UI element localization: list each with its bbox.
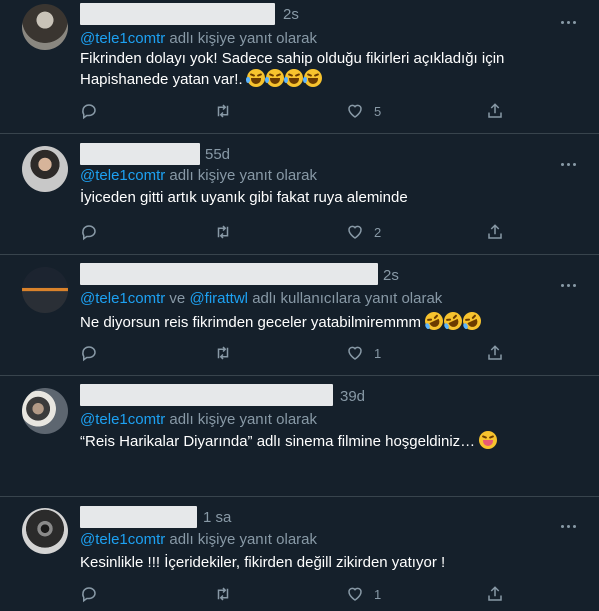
more-options-icon[interactable]: [561, 153, 581, 166]
like-button[interactable]: 1: [346, 343, 381, 363]
laughing-emoji: [245, 69, 323, 88]
reply-icon: [82, 587, 96, 603]
reply-button[interactable]: [80, 222, 98, 242]
reply-button[interactable]: [80, 584, 98, 604]
like-button[interactable]: 2: [346, 222, 381, 242]
reply-handle-link[interactable]: @tele1comtr: [80, 30, 165, 47]
reply-handle-link-2[interactable]: @firattwl: [189, 290, 248, 307]
tweet[interactable]: 55d @tele1comtr adlı kişiye yanıt olarak…: [0, 134, 599, 255]
reply-handle-link[interactable]: @tele1comtr: [80, 411, 165, 428]
reply-icon: [82, 225, 96, 241]
author-name-redacted[interactable]: [80, 263, 378, 285]
avatar[interactable]: [22, 267, 68, 313]
author-name-redacted[interactable]: [80, 506, 197, 528]
retweet-button[interactable]: [214, 343, 232, 363]
share-icon: [488, 103, 502, 118]
like-count: 5: [374, 103, 382, 119]
tweet[interactable]: 1 sa @tele1comtr adlı kişiye yanıt olara…: [0, 497, 599, 611]
rolling-laughing-emoji: [422, 309, 485, 333]
more-options-icon[interactable]: [561, 11, 581, 24]
tweet[interactable]: 2s @tele1comtr ve @firattwl adlı kullanı…: [0, 255, 599, 376]
reply-context: @tele1comtr adlı kişiye yanıt olarak: [80, 411, 318, 428]
avatar[interactable]: [22, 4, 68, 50]
heart-icon: [348, 587, 362, 601]
tweet[interactable]: 39d @tele1comtr adlı kişiye yanıt olarak…: [0, 376, 599, 497]
share-button[interactable]: [486, 584, 504, 604]
reply-context: @tele1comtr adlı kişiye yanıt olarak: [80, 30, 318, 47]
retweet-icon: [217, 587, 229, 601]
author-name-redacted[interactable]: [80, 384, 333, 406]
reply-icon: [82, 346, 96, 362]
reply-context: @tele1comtr ve @firattwl adlı kullanıcıl…: [80, 290, 443, 307]
reply-handle-link[interactable]: @tele1comtr: [80, 290, 165, 307]
like-count: 2: [374, 224, 382, 240]
winking-tongue-emoji: [479, 431, 498, 449]
share-button[interactable]: [486, 222, 504, 242]
tweet-timestamp[interactable]: 2s: [383, 267, 399, 284]
share-button[interactable]: [486, 101, 504, 121]
heart-icon: [348, 104, 362, 118]
retweet-icon: [217, 346, 229, 360]
more-options-icon[interactable]: [561, 515, 581, 528]
retweet-icon: [217, 225, 229, 239]
retweet-button[interactable]: [214, 101, 232, 121]
heart-icon: [348, 346, 362, 360]
reply-handle-link[interactable]: @tele1comtr: [80, 531, 165, 548]
reply-button[interactable]: [80, 101, 98, 121]
tweet-text: “Reis Harikalar Diyarında” adlı sinema f…: [80, 431, 580, 452]
tweet-text: Fikrinden dolayı yok! Sadece sahip olduğ…: [80, 50, 505, 88]
like-count: 1: [374, 345, 382, 361]
like-count: 1: [374, 586, 382, 602]
tweet-text: İyiceden gitti artık uyanık gibi fakat r…: [80, 189, 408, 206]
reply-handle-link[interactable]: @tele1comtr: [80, 167, 165, 184]
retweet-icon: [217, 104, 229, 118]
retweet-button[interactable]: [214, 222, 232, 242]
share-icon: [488, 224, 502, 239]
tweet-timestamp[interactable]: 1 sa: [203, 509, 231, 526]
author-name-redacted[interactable]: [80, 3, 275, 25]
tweet-timestamp[interactable]: 55d: [205, 146, 230, 163]
reply-icon: [82, 104, 96, 120]
tweet-text: Kesinlikle !!! İçeridekiler, fikirden de…: [80, 554, 446, 571]
retweet-button[interactable]: [214, 584, 232, 604]
share-icon: [488, 586, 502, 601]
reply-context: @tele1comtr adlı kişiye yanıt olarak: [80, 531, 318, 548]
tweet-text: Ne diyorsun reis fikrimden geceler yatab…: [80, 309, 580, 333]
avatar[interactable]: [22, 146, 68, 192]
like-button[interactable]: 5: [346, 101, 381, 121]
avatar[interactable]: [22, 508, 68, 554]
author-name-redacted[interactable]: [80, 143, 200, 165]
more-options-icon[interactable]: [561, 274, 581, 287]
reply-button[interactable]: [80, 343, 98, 363]
share-button[interactable]: [486, 343, 504, 363]
tweet[interactable]: 2s @tele1comtr adlı kişiye yanıt olarak …: [0, 0, 599, 134]
like-button[interactable]: 1: [346, 584, 381, 604]
heart-icon: [348, 225, 362, 239]
share-icon: [488, 345, 502, 360]
avatar[interactable]: [22, 388, 68, 434]
tweet-timestamp[interactable]: 2s: [283, 6, 299, 23]
tweet-timestamp[interactable]: 39d: [340, 388, 365, 405]
reply-context: @tele1comtr adlı kişiye yanıt olarak: [80, 167, 318, 184]
